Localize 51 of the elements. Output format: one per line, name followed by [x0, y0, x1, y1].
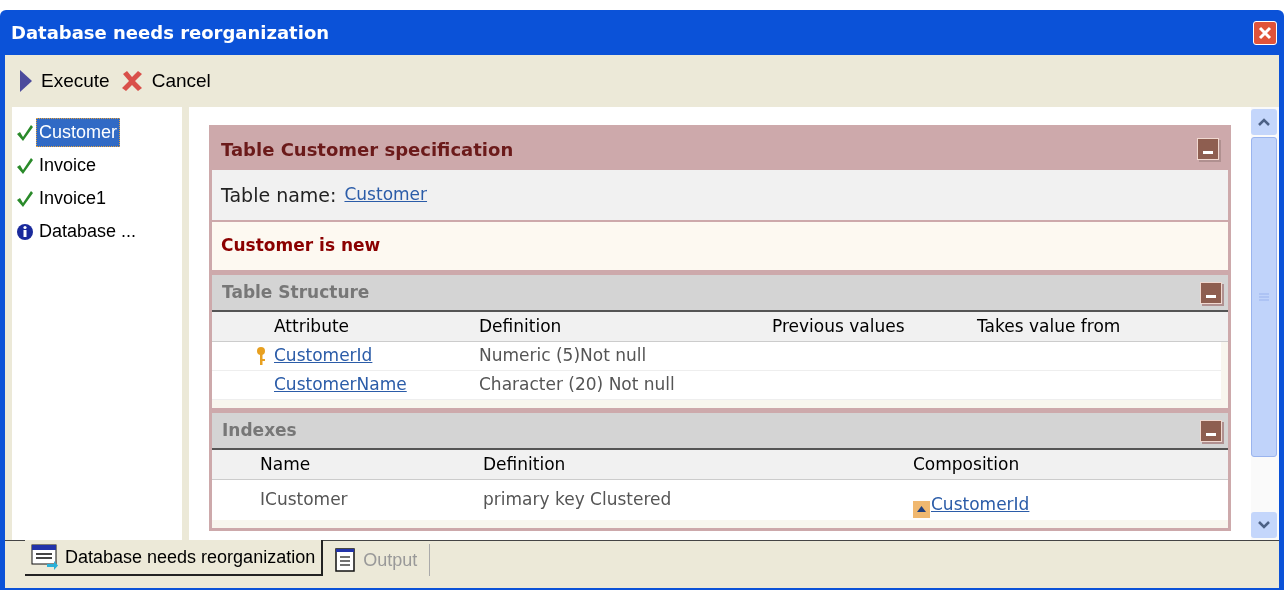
column-header: Takes value from	[977, 314, 1122, 338]
play-icon	[19, 69, 33, 93]
scroll-down-button[interactable]	[1251, 512, 1277, 538]
section-title: Table Structure	[222, 280, 370, 304]
check-icon	[16, 189, 34, 208]
toolbar-button[interactable]: Execute	[19, 66, 110, 96]
toolbar-button[interactable]: Cancel	[119, 66, 211, 96]
scroll-up-button[interactable]	[1251, 109, 1277, 135]
column-header: Previous values	[772, 314, 906, 338]
field-label: Table name:	[221, 182, 337, 208]
scroll-thumb[interactable]	[1251, 137, 1277, 457]
minus-icon	[1203, 151, 1213, 154]
table-cell-text: Character (20) Not null	[479, 373, 676, 397]
window-title: Database needs reorganization	[11, 21, 330, 45]
chevron-down-icon	[1258, 521, 1270, 529]
collapse-button[interactable]	[1200, 419, 1222, 442]
info-icon	[16, 222, 34, 241]
status-text: Customer is new	[221, 234, 381, 258]
column-header: Composition	[913, 452, 1021, 476]
section-title: Indexes	[222, 418, 297, 442]
collapse-button[interactable]	[1197, 138, 1219, 160]
table-cell-text: primary key Clustered	[483, 488, 673, 512]
sidebar-item[interactable]: Invoice1	[36, 184, 110, 213]
column-header: Attribute	[274, 314, 351, 338]
table-cell-text: ICustomer	[260, 488, 349, 512]
check-icon	[16, 123, 34, 142]
sidebar-item[interactable]: Customer	[36, 118, 121, 147]
sidebar-item[interactable]: Invoice	[36, 151, 100, 180]
attribute-link[interactable]: CustomerName	[274, 372, 407, 398]
collapse-button[interactable]	[1200, 281, 1222, 304]
card-title: Table Customer specification	[221, 137, 514, 162]
attribute-link[interactable]: CustomerId	[274, 343, 373, 369]
table-cell-text: Numeric (5)Not null	[479, 344, 648, 368]
document-icon	[335, 548, 356, 572]
column-header: Definition	[479, 314, 563, 338]
key-icon	[256, 346, 266, 366]
minus-icon	[1206, 432, 1216, 436]
chevron-up-icon	[1258, 118, 1270, 126]
close-button[interactable]	[1253, 20, 1277, 45]
column-header: Name	[260, 452, 312, 476]
composition-link[interactable]: CustomerId	[931, 492, 1030, 518]
sort-ascending-icon	[913, 500, 930, 518]
table-name-link[interactable]: Customer	[344, 182, 428, 208]
sidebar-item[interactable]: Database ...	[36, 217, 140, 246]
window-icon	[31, 544, 59, 570]
close-icon	[1258, 25, 1272, 40]
scrollbar[interactable]	[1251, 107, 1279, 540]
column-header: Definition	[483, 452, 567, 476]
minus-icon	[1206, 294, 1216, 298]
check-icon	[16, 156, 34, 175]
tab[interactable]: Database needs reorganization	[25, 540, 324, 576]
